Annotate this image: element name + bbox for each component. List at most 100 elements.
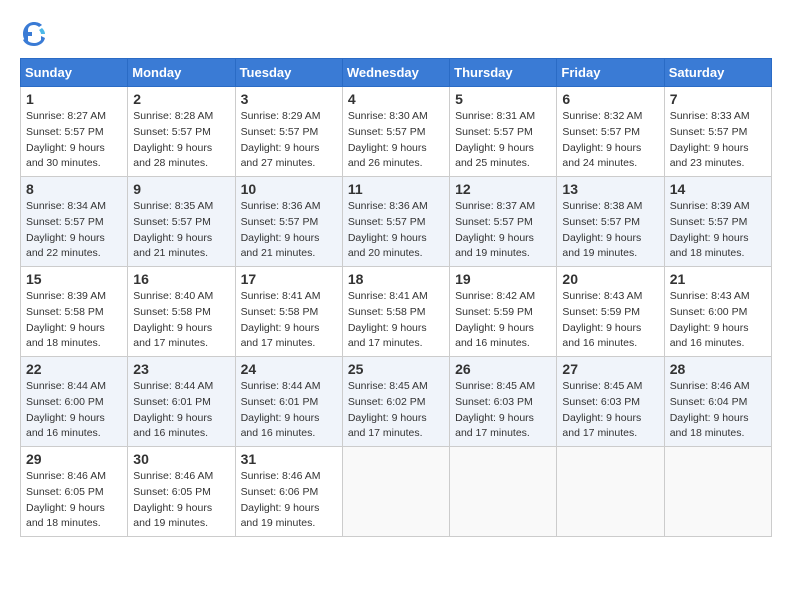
day-info: Sunrise: 8:39 AMSunset: 5:58 PMDaylight:… — [26, 290, 106, 349]
day-info: Sunrise: 8:30 AMSunset: 5:57 PMDaylight:… — [348, 110, 428, 169]
calendar-cell — [342, 447, 449, 537]
calendar-cell — [664, 447, 771, 537]
day-info: Sunrise: 8:29 AMSunset: 5:57 PMDaylight:… — [241, 110, 321, 169]
day-info: Sunrise: 8:35 AMSunset: 5:57 PMDaylight:… — [133, 200, 213, 259]
day-number: 10 — [241, 181, 337, 197]
day-info: Sunrise: 8:36 AMSunset: 5:57 PMDaylight:… — [241, 200, 321, 259]
calendar-week-row: 15 Sunrise: 8:39 AMSunset: 5:58 PMDayligh… — [21, 267, 772, 357]
day-number: 7 — [670, 91, 766, 107]
calendar-cell: 17 Sunrise: 8:41 AMSunset: 5:58 PMDayligh… — [235, 267, 342, 357]
day-info: Sunrise: 8:45 AMSunset: 6:03 PMDaylight:… — [562, 380, 642, 439]
day-number: 4 — [348, 91, 444, 107]
calendar-cell: 19Sunrise: 8:42 AMSunset: 5:59 PMDayligh… — [450, 267, 557, 357]
day-info: Sunrise: 8:41 AMSunset: 5:58 PMDaylight:… — [241, 290, 321, 349]
weekday-header-monday: Monday — [128, 59, 235, 87]
calendar-cell — [450, 447, 557, 537]
weekday-header-tuesday: Tuesday — [235, 59, 342, 87]
day-number: 21 — [670, 271, 766, 287]
day-number: 3 — [241, 91, 337, 107]
calendar: SundayMondayTuesdayWednesdayThursdayFrid… — [20, 58, 772, 537]
calendar-cell: 31 Sunrise: 8:46 AMSunset: 6:06 PMDayligh… — [235, 447, 342, 537]
header — [20, 20, 772, 48]
calendar-cell: 9Sunrise: 8:35 AMSunset: 5:57 PMDaylight… — [128, 177, 235, 267]
calendar-cell: 15 Sunrise: 8:39 AMSunset: 5:58 PMDayligh… — [21, 267, 128, 357]
day-number: 22 — [26, 361, 122, 377]
weekday-header-thursday: Thursday — [450, 59, 557, 87]
day-number: 29 — [26, 451, 122, 467]
calendar-cell: 7 Sunrise: 8:33 AMSunset: 5:57 PMDaylight… — [664, 87, 771, 177]
day-info: Sunrise: 8:37 AMSunset: 5:57 PMDaylight:… — [455, 200, 535, 259]
day-info: Sunrise: 8:46 AMSunset: 6:06 PMDaylight:… — [241, 470, 321, 529]
day-info: Sunrise: 8:34 AMSunset: 5:57 PMDaylight:… — [26, 200, 106, 259]
day-number: 24 — [241, 361, 337, 377]
day-number: 23 — [133, 361, 229, 377]
day-number: 15 — [26, 271, 122, 287]
day-info: Sunrise: 8:44 AMSunset: 6:00 PMDaylight:… — [26, 380, 106, 439]
day-info: Sunrise: 8:39 AMSunset: 5:57 PMDaylight:… — [670, 200, 750, 259]
weekday-header-saturday: Saturday — [664, 59, 771, 87]
day-number: 28 — [670, 361, 766, 377]
day-info: Sunrise: 8:40 AMSunset: 5:58 PMDaylight:… — [133, 290, 213, 349]
day-info: Sunrise: 8:33 AMSunset: 5:57 PMDaylight:… — [670, 110, 750, 169]
calendar-cell: 11 Sunrise: 8:36 AMSunset: 5:57 PMDayligh… — [342, 177, 449, 267]
day-number: 8 — [26, 181, 122, 197]
calendar-cell: 20 Sunrise: 8:43 AMSunset: 5:59 PMDayligh… — [557, 267, 664, 357]
calendar-cell: 2 Sunrise: 8:28 AMSunset: 5:57 PMDaylight… — [128, 87, 235, 177]
calendar-cell: 26Sunrise: 8:45 AMSunset: 6:03 PMDayligh… — [450, 357, 557, 447]
calendar-cell: 10 Sunrise: 8:36 AMSunset: 5:57 PMDayligh… — [235, 177, 342, 267]
day-info: Sunrise: 8:31 AMSunset: 5:57 PMDaylight:… — [455, 110, 535, 169]
day-info: Sunrise: 8:43 AMSunset: 6:00 PMDaylight:… — [670, 290, 750, 349]
calendar-cell: 8 Sunrise: 8:34 AMSunset: 5:57 PMDaylight… — [21, 177, 128, 267]
calendar-cell: 4 Sunrise: 8:30 AMSunset: 5:57 PMDaylight… — [342, 87, 449, 177]
logo-icon — [20, 20, 48, 48]
day-number: 19 — [455, 271, 551, 287]
day-info: Sunrise: 8:43 AMSunset: 5:59 PMDaylight:… — [562, 290, 642, 349]
calendar-week-row: 8 Sunrise: 8:34 AMSunset: 5:57 PMDaylight… — [21, 177, 772, 267]
calendar-cell: 28 Sunrise: 8:46 AMSunset: 6:04 PMDayligh… — [664, 357, 771, 447]
calendar-cell: 1 Sunrise: 8:27 AMSunset: 5:57 PMDaylight… — [21, 87, 128, 177]
day-number: 17 — [241, 271, 337, 287]
calendar-cell: 14 Sunrise: 8:39 AMSunset: 5:57 PMDayligh… — [664, 177, 771, 267]
day-number: 14 — [670, 181, 766, 197]
day-number: 30 — [133, 451, 229, 467]
day-number: 20 — [562, 271, 658, 287]
day-info: Sunrise: 8:46 AMSunset: 6:04 PMDaylight:… — [670, 380, 750, 439]
day-info: Sunrise: 8:36 AMSunset: 5:57 PMDaylight:… — [348, 200, 428, 259]
day-number: 27 — [562, 361, 658, 377]
calendar-cell: 30 Sunrise: 8:46 AMSunset: 6:05 PMDayligh… — [128, 447, 235, 537]
calendar-cell: 16 Sunrise: 8:40 AMSunset: 5:58 PMDayligh… — [128, 267, 235, 357]
calendar-week-row: 1 Sunrise: 8:27 AMSunset: 5:57 PMDaylight… — [21, 87, 772, 177]
calendar-cell — [557, 447, 664, 537]
day-number: 11 — [348, 181, 444, 197]
day-number: 1 — [26, 91, 122, 107]
weekday-header-wednesday: Wednesday — [342, 59, 449, 87]
calendar-cell: 27 Sunrise: 8:45 AMSunset: 6:03 PMDayligh… — [557, 357, 664, 447]
calendar-cell: 18Sunrise: 8:41 AMSunset: 5:58 PMDayligh… — [342, 267, 449, 357]
weekday-header-sunday: Sunday — [21, 59, 128, 87]
calendar-cell: 22 Sunrise: 8:44 AMSunset: 6:00 PMDayligh… — [21, 357, 128, 447]
calendar-cell: 23 Sunrise: 8:44 AMSunset: 6:01 PMDayligh… — [128, 357, 235, 447]
day-number: 26 — [455, 361, 551, 377]
calendar-cell: 13Sunrise: 8:38 AMSunset: 5:57 PMDayligh… — [557, 177, 664, 267]
calendar-cell: 5 Sunrise: 8:31 AMSunset: 5:57 PMDaylight… — [450, 87, 557, 177]
day-info: Sunrise: 8:45 AMSunset: 6:02 PMDaylight:… — [348, 380, 428, 439]
day-number: 13 — [562, 181, 658, 197]
day-info: Sunrise: 8:41 AMSunset: 5:58 PMDaylight:… — [348, 290, 428, 349]
calendar-cell: 29 Sunrise: 8:46 AMSunset: 6:05 PMDayligh… — [21, 447, 128, 537]
day-info: Sunrise: 8:32 AMSunset: 5:57 PMDaylight:… — [562, 110, 642, 169]
day-info: Sunrise: 8:44 AMSunset: 6:01 PMDaylight:… — [133, 380, 213, 439]
day-number: 16 — [133, 271, 229, 287]
day-number: 31 — [241, 451, 337, 467]
day-info: Sunrise: 8:44 AMSunset: 6:01 PMDaylight:… — [241, 380, 321, 439]
logo — [20, 20, 52, 48]
day-info: Sunrise: 8:46 AMSunset: 6:05 PMDaylight:… — [26, 470, 106, 529]
day-info: Sunrise: 8:28 AMSunset: 5:57 PMDaylight:… — [133, 110, 213, 169]
day-number: 12 — [455, 181, 551, 197]
day-info: Sunrise: 8:46 AMSunset: 6:05 PMDaylight:… — [133, 470, 213, 529]
day-number: 5 — [455, 91, 551, 107]
calendar-cell: 21 Sunrise: 8:43 AMSunset: 6:00 PMDayligh… — [664, 267, 771, 357]
day-number: 2 — [133, 91, 229, 107]
day-number: 6 — [562, 91, 658, 107]
day-info: Sunrise: 8:27 AMSunset: 5:57 PMDaylight:… — [26, 110, 106, 169]
calendar-cell: 3 Sunrise: 8:29 AMSunset: 5:57 PMDaylight… — [235, 87, 342, 177]
